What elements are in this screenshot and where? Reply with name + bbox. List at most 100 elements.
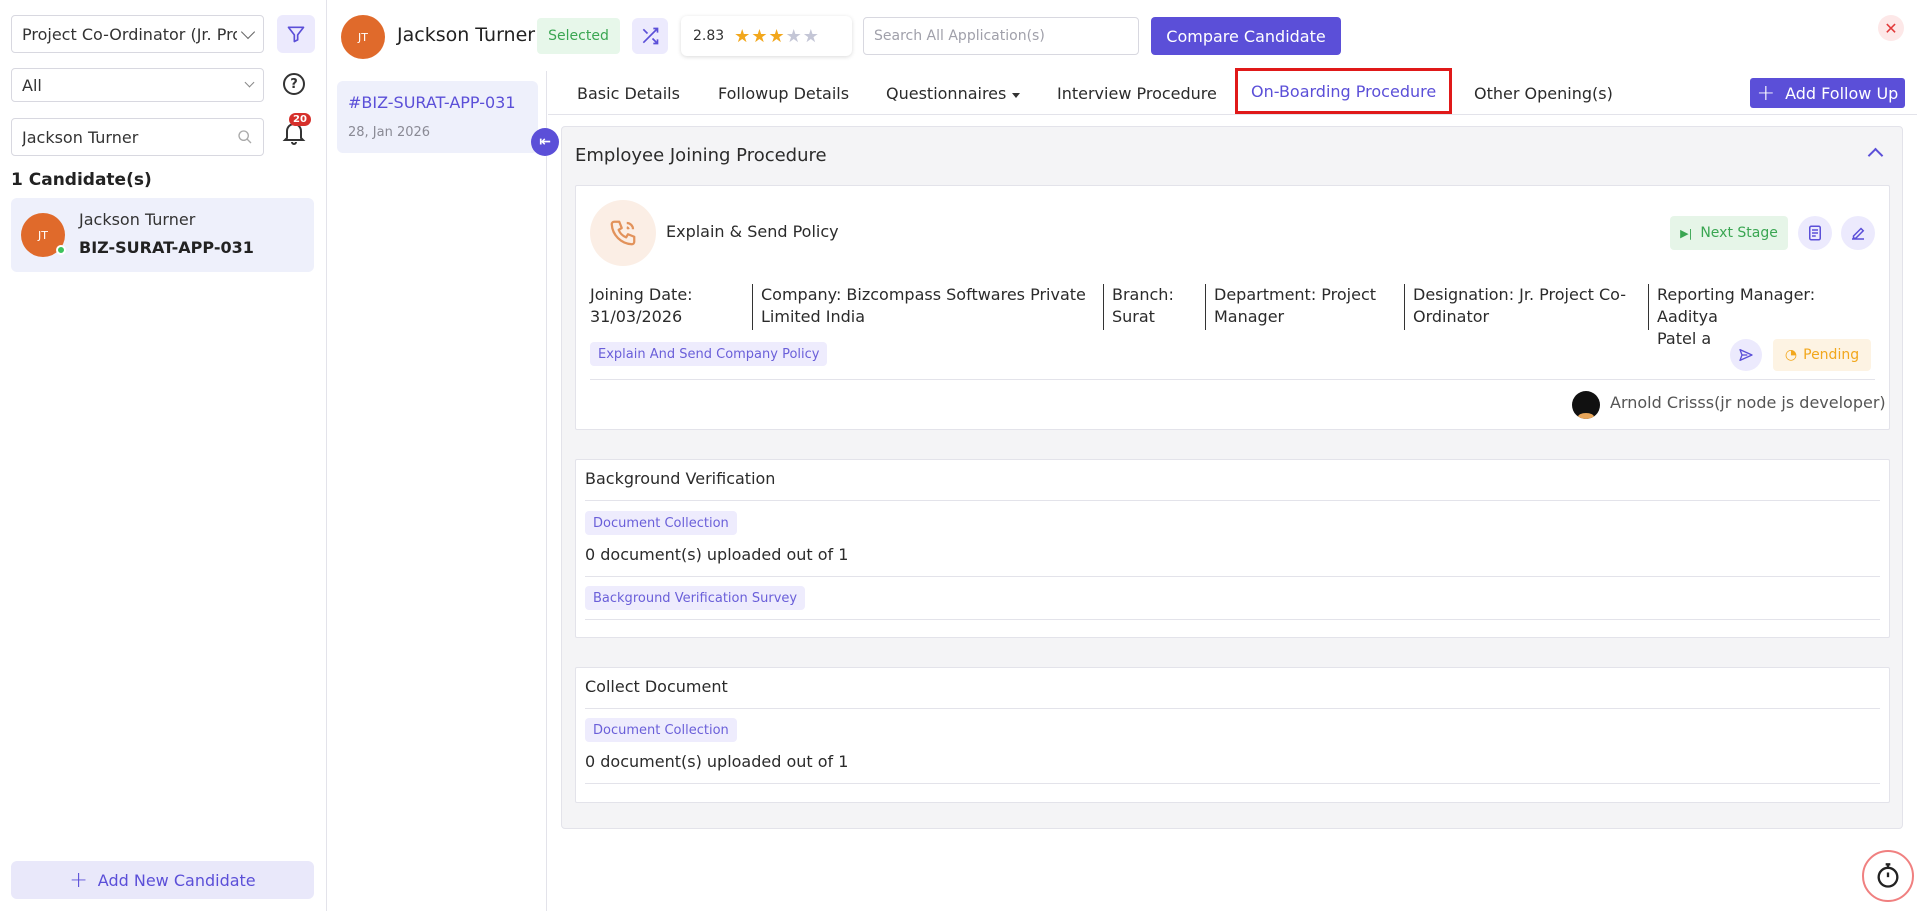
send-icon [1739, 349, 1753, 361]
document-icon [1809, 225, 1821, 241]
job-opening-select-value: Project Co-Ordinator (Jr. Pro [22, 24, 237, 44]
candidate-count: 1 Candidate(s) [11, 170, 152, 190]
caret-down-icon [1012, 92, 1021, 98]
status-badge: Selected [537, 18, 620, 54]
tab-interview-procedure[interactable]: Interview Procedure [1057, 71, 1217, 115]
star-icon: ★ [734, 25, 752, 47]
header-candidate-name: Jackson Turner [397, 24, 536, 46]
divider [585, 619, 1880, 620]
application-search-input[interactable] [874, 28, 1128, 44]
pending-status-badge: ◔ Pending [1773, 339, 1871, 371]
help-icon[interactable]: ? [283, 73, 305, 95]
tab-label: On-Boarding Procedure [1251, 81, 1437, 101]
tab-followup-details[interactable]: Followup Details [718, 71, 849, 115]
filter-button[interactable] [277, 15, 315, 53]
info-value: Limited India [761, 307, 866, 326]
add-new-candidate-button[interactable]: + Add New Candidate [11, 861, 314, 899]
tab-label: Basic Details [577, 83, 680, 103]
department: Department: Project Manager [1205, 284, 1404, 330]
notification-count-badge: 20 [289, 113, 311, 126]
shuffle-button[interactable] [632, 18, 668, 54]
info-value: Ordinator [1413, 307, 1490, 326]
add-follow-up-label: Add Follow Up [1785, 83, 1899, 103]
background-verification-survey-tag[interactable]: Background Verification Survey [585, 586, 806, 610]
tab-onboarding-procedure[interactable]: On-Boarding Procedure [1235, 68, 1453, 114]
document-count: 0 document(s) uploaded out of 1 [585, 545, 849, 564]
info-value: Manager [1214, 307, 1285, 326]
divider [585, 783, 1880, 784]
candidate-search[interactable] [11, 118, 264, 156]
edit-button[interactable] [1841, 216, 1875, 250]
tab-label: Other Opening(s) [1474, 83, 1613, 103]
application-date: 28, Jan 2026 [348, 125, 431, 140]
candidate-name: Jackson Turner [79, 210, 196, 229]
search-icon [238, 130, 252, 144]
candidate-sidebar: Project Co-Ordinator (Jr. Pro All ? 20 1… [0, 0, 327, 911]
send-button[interactable] [1730, 339, 1762, 371]
star-icon: ★ [768, 25, 786, 47]
filter-icon [287, 26, 305, 43]
document-count: 0 document(s) uploaded out of 1 [585, 752, 849, 771]
tab-other-openings[interactable]: Other Opening(s) [1474, 71, 1613, 115]
joining-date: Joining Date: 31/03/2026 [590, 284, 752, 330]
tab-questionnaires[interactable]: Questionnaires [886, 71, 1021, 115]
collect-document-title: Collect Document [585, 677, 728, 696]
online-status-dot [56, 245, 66, 255]
star-icon: ★ [751, 25, 769, 47]
application-search[interactable] [863, 17, 1139, 55]
info-label: Company: Bizcompass Softwares Private [761, 285, 1086, 304]
divider [585, 576, 1880, 577]
star-icon: ★ [785, 25, 803, 47]
designation: Designation: Jr. Project Co- Ordinator [1404, 284, 1648, 330]
status-select[interactable]: All [11, 68, 264, 102]
pending-status-label: Pending [1803, 347, 1860, 363]
candidate-search-input[interactable] [22, 127, 237, 147]
header-avatar: JT [341, 15, 385, 59]
timer-button[interactable] [1862, 850, 1914, 902]
application-code: #BIZ-SURAT-APP-031 [348, 93, 516, 112]
star-icon: ★ [802, 25, 820, 47]
document-collection-tag[interactable]: Document Collection [585, 511, 737, 535]
info-label: Designation: Jr. Project Co- [1413, 285, 1627, 304]
divider [590, 379, 1875, 380]
tab-bar: Basic Details Followup Details Questionn… [548, 68, 1917, 115]
close-icon[interactable]: ✕ [1878, 15, 1904, 41]
info-label: Branch: [1112, 285, 1174, 304]
info-value: 31/03/2026 [590, 307, 683, 326]
edit-icon [1852, 227, 1865, 240]
collapse-panel-icon[interactable]: ⇤ [531, 128, 559, 156]
chevron-down-icon [244, 77, 255, 88]
background-verification-title: Background Verification [585, 469, 776, 488]
tab-basic-details[interactable]: Basic Details [577, 71, 680, 115]
next-stage-label: Next Stage [1700, 225, 1778, 241]
next-stage-button[interactable]: ▶| Next Stage [1670, 216, 1788, 250]
info-label: Joining Date: [590, 285, 693, 304]
task-tag: Explain And Send Company Policy [590, 342, 828, 366]
job-opening-select[interactable]: Project Co-Ordinator (Jr. Pro [11, 15, 264, 53]
joining-info-row: Joining Date: 31/03/2026 Company: Bizcom… [590, 284, 1880, 348]
status-select-value: All [22, 75, 42, 95]
tab-label: Followup Details [718, 83, 850, 103]
rating-value: 2.83 [693, 28, 725, 44]
skip-forward-icon: ▶| [1680, 226, 1693, 240]
divider [585, 708, 1880, 709]
candidate-code: BIZ-SURAT-APP-031 [79, 238, 254, 257]
plus-icon: + [1756, 80, 1776, 106]
document-button[interactable] [1798, 216, 1832, 250]
info-value: Surat [1112, 307, 1155, 326]
tab-label: Interview Procedure [1057, 83, 1217, 103]
tab-label: Questionnaires [886, 83, 1007, 103]
application-item[interactable]: #BIZ-SURAT-APP-031 28, Jan 2026 [337, 81, 538, 153]
section-title: Employee Joining Procedure [575, 145, 827, 166]
rating-stars: ★★★★★ [734, 26, 820, 47]
plus-icon: + [69, 867, 88, 893]
add-follow-up-button[interactable]: + Add Follow Up [1750, 78, 1905, 108]
compare-candidate-button[interactable]: Compare Candidate [1151, 17, 1341, 55]
divider [585, 500, 1880, 501]
company: Company: Bizcompass Softwares Private Li… [752, 284, 1103, 330]
avatar [1572, 391, 1600, 419]
candidate-list-item[interactable]: JT Jackson Turner BIZ-SURAT-APP-031 [11, 198, 314, 272]
document-collection-tag[interactable]: Document Collection [585, 718, 737, 742]
application-list: #BIZ-SURAT-APP-031 28, Jan 2026 [327, 71, 547, 911]
shuffle-icon [642, 27, 659, 45]
